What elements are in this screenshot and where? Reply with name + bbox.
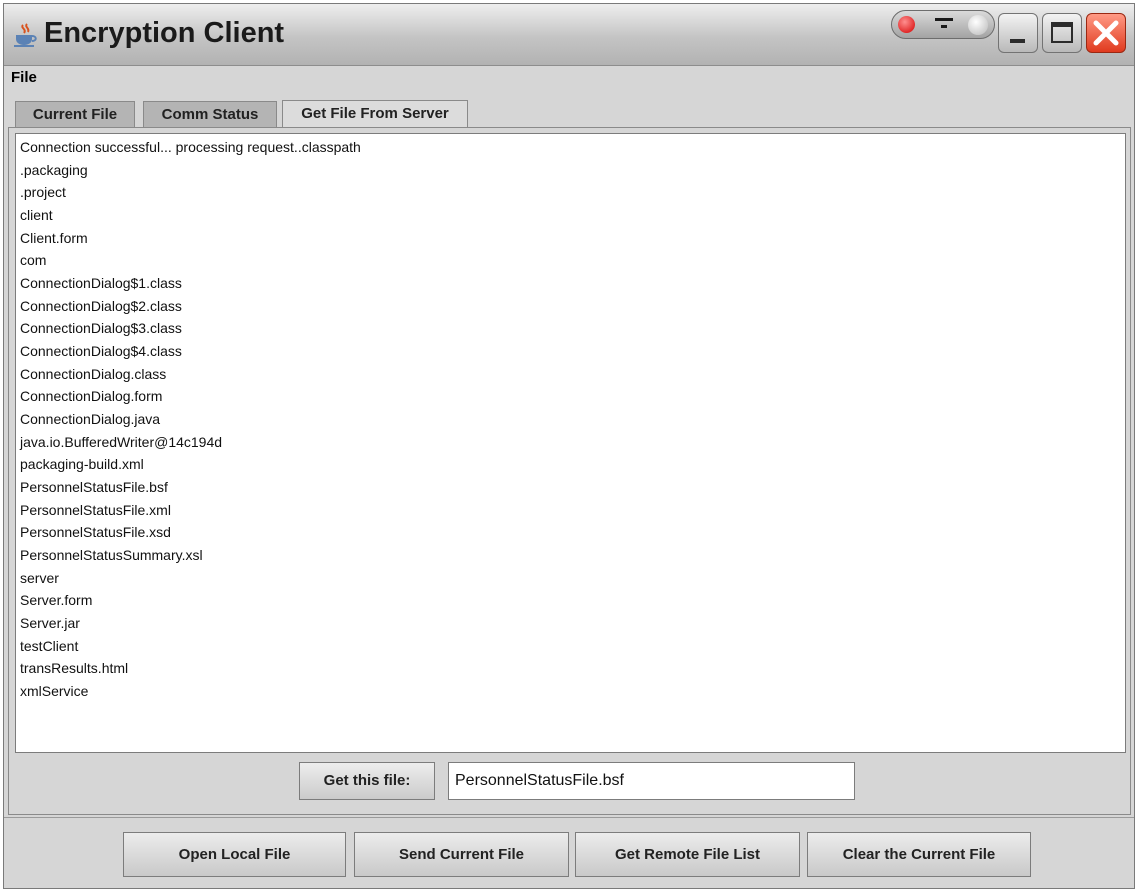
output-line: testClient bbox=[20, 638, 79, 654]
maximize-icon bbox=[1051, 22, 1073, 43]
main-window: Encryption Client File Current File Comm… bbox=[3, 3, 1135, 889]
tab-comm-status[interactable]: Comm Status bbox=[143, 101, 277, 127]
output-line: xmlService bbox=[20, 683, 89, 699]
close-button[interactable] bbox=[1086, 13, 1126, 53]
window-title: Encryption Client bbox=[44, 17, 285, 49]
title-bar[interactable]: Encryption Client bbox=[4, 4, 1134, 66]
output-line: .packaging bbox=[20, 162, 88, 178]
output-line: server bbox=[20, 570, 59, 586]
output-line: com bbox=[20, 252, 47, 268]
window-menu-icon bbox=[935, 18, 953, 28]
tab-get-file-from-server[interactable]: Get File From Server bbox=[282, 100, 468, 128]
output-line: ConnectionDialog$1.class bbox=[20, 275, 182, 291]
output-line: Connection successful... processing requ… bbox=[20, 139, 361, 155]
output-line: PersonnelStatusFile.xsd bbox=[20, 524, 171, 540]
output-line: ConnectionDialog.form bbox=[20, 388, 163, 404]
menu-bar: File bbox=[4, 66, 1134, 93]
java-cup-icon bbox=[14, 23, 37, 47]
output-line: client bbox=[20, 207, 53, 223]
file-menu[interactable]: File bbox=[11, 69, 37, 86]
output-line: Client.form bbox=[20, 230, 88, 246]
minimize-icon bbox=[1010, 39, 1025, 43]
send-current-file-button[interactable]: Send Current File bbox=[354, 832, 569, 877]
output-line: PersonnelStatusFile.xml bbox=[20, 502, 171, 518]
output-line: ConnectionDialog$4.class bbox=[20, 343, 182, 359]
tab-current-file[interactable]: Current File bbox=[15, 101, 135, 127]
maximize-button[interactable] bbox=[1042, 13, 1082, 53]
clear-current-file-button[interactable]: Clear the Current File bbox=[807, 832, 1031, 877]
get-this-file-button[interactable]: Get this file: bbox=[299, 762, 435, 800]
output-line: Server.jar bbox=[20, 615, 80, 631]
remote-filename-input[interactable] bbox=[448, 762, 855, 800]
divider bbox=[4, 817, 1134, 818]
output-line: PersonnelStatusSummary.xsl bbox=[20, 547, 203, 563]
output-line: .project bbox=[20, 184, 66, 200]
output-line: ConnectionDialog$3.class bbox=[20, 320, 182, 336]
window-options-pill[interactable] bbox=[891, 10, 995, 39]
output-line: java.io.BufferedWriter@14c194d bbox=[20, 434, 223, 450]
output-line: packaging-build.xml bbox=[20, 456, 144, 472]
open-local-file-button[interactable]: Open Local File bbox=[123, 832, 346, 877]
output-line: ConnectionDialog$2.class bbox=[20, 298, 182, 314]
close-icon bbox=[1093, 20, 1119, 46]
record-icon bbox=[898, 16, 915, 33]
minimize-button[interactable] bbox=[998, 13, 1038, 53]
output-line: transResults.html bbox=[20, 660, 129, 676]
server-output-textarea[interactable]: Connection successful... processing requ… bbox=[15, 133, 1126, 753]
output-line: ConnectionDialog.java bbox=[20, 411, 161, 427]
output-line: ConnectionDialog.class bbox=[20, 366, 167, 382]
output-line: PersonnelStatusFile.bsf bbox=[20, 479, 168, 495]
output-line: Server.form bbox=[20, 592, 93, 608]
shade-icon bbox=[968, 15, 988, 35]
get-remote-file-list-button[interactable]: Get Remote File List bbox=[575, 832, 800, 877]
